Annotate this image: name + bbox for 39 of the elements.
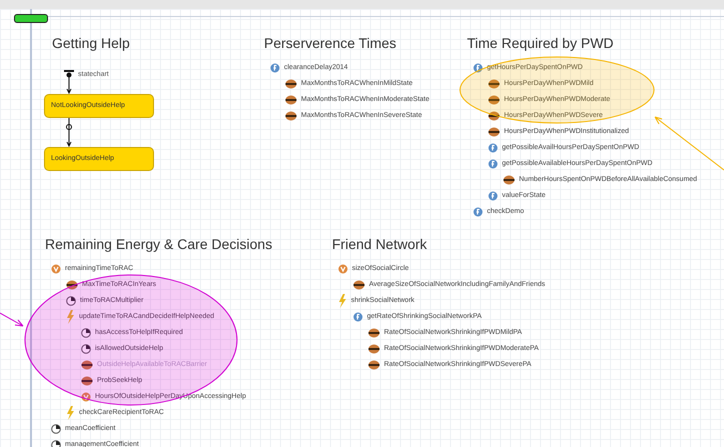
entry-point-icon [64,70,74,94]
parameter-icon [488,127,500,137]
dial-icon [81,328,91,338]
function-icon [270,63,280,73]
transition-arrow [63,118,75,147]
section-title: Friend Network [332,235,428,254]
parameter-icon [488,111,500,121]
parameter-icon [285,79,297,89]
variable-icon [338,264,348,274]
function-icon [473,207,483,217]
function-icon [488,191,498,201]
parameter-icon [285,95,297,105]
parameter-icon [285,111,297,121]
dial-icon [66,296,76,306]
lightning-icon [66,310,75,324]
parameter-icon [66,280,78,290]
parameter-icon [81,376,93,386]
parameter-icon [488,95,500,105]
parameter-icon [503,175,515,185]
variable-icon [51,264,61,274]
section-title: Remaining Energy & Care Decisions [45,235,272,254]
dial-icon [51,424,61,434]
parameter-icon [368,360,380,370]
function-icon [488,143,498,153]
dial-icon [81,344,91,354]
section-title: Time Required by PWD [467,34,615,53]
parameter-icon [353,280,365,290]
parameter-icon [81,360,93,370]
function-icon [488,159,498,169]
section-title: Perserverence Times [264,34,398,53]
parameter-icon [368,328,380,338]
variable-icon [81,392,91,402]
function-icon [353,312,363,322]
function-icon [473,63,483,73]
parameter-icon [368,344,380,354]
parameter-icon [488,79,500,89]
lightning-icon [338,294,347,308]
lightning-icon [66,406,75,420]
section-title: Getting Help [52,34,131,53]
